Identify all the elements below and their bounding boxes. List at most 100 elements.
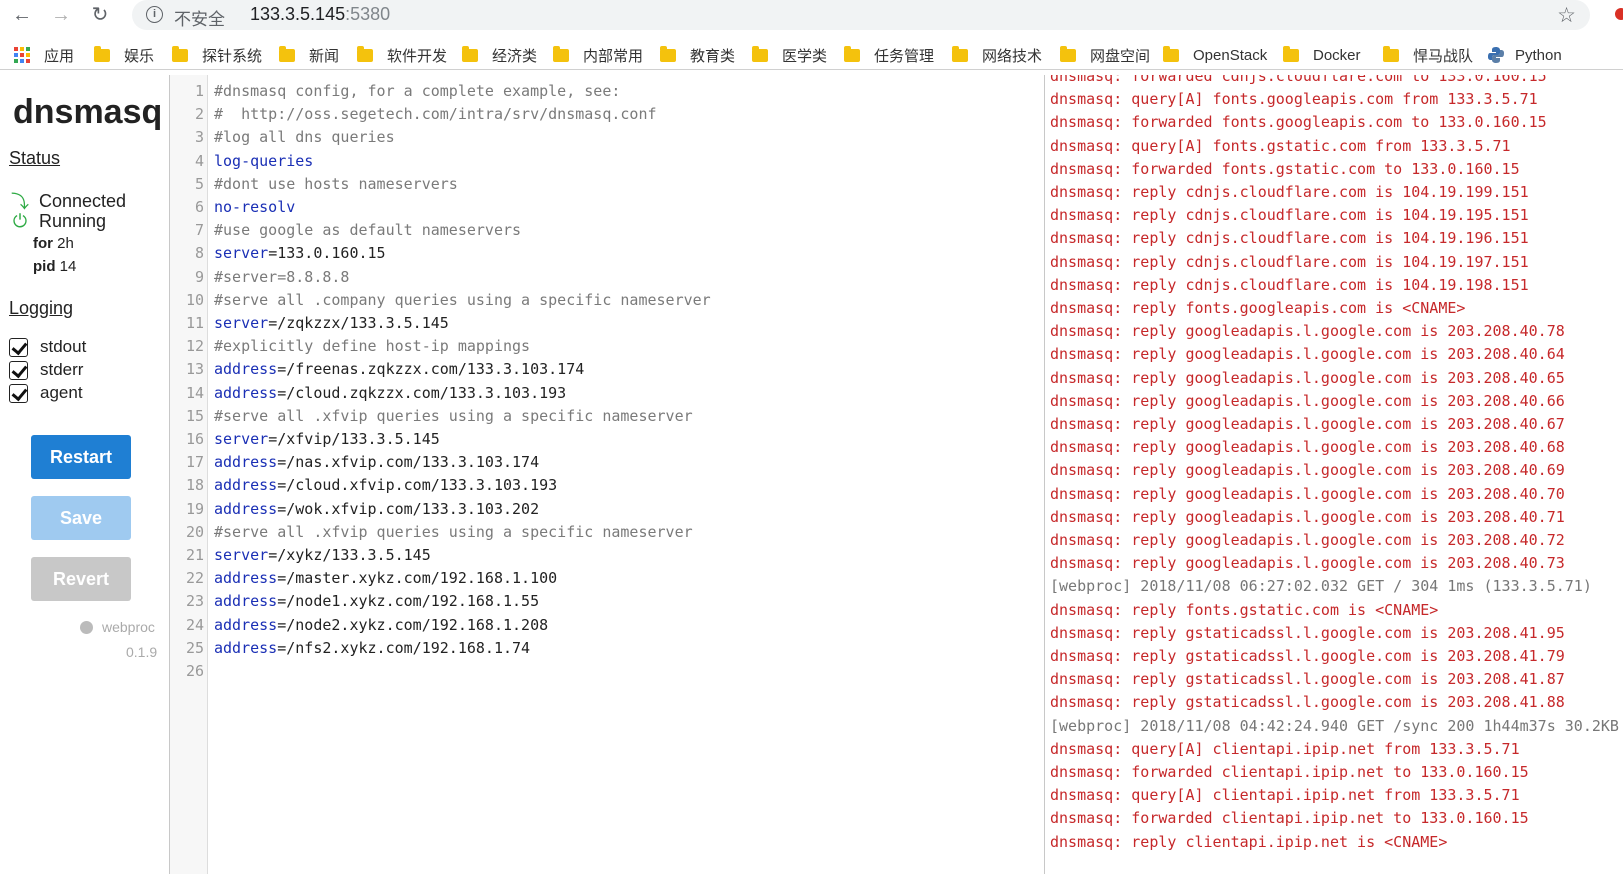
bookmark-item[interactable]: 经济类 xyxy=(462,44,537,66)
address-bar[interactable]: i 不安全 133.3.5.145:5380 ☆ xyxy=(132,0,1590,30)
config-key: address xyxy=(214,569,278,588)
bookmark-label: 任务管理 xyxy=(874,47,935,65)
agent-label: agent xyxy=(40,383,83,402)
logging-stdout[interactable]: stdout xyxy=(9,337,86,357)
code-text: address=/cloud.xfvip.com/133.3.103.193 xyxy=(214,473,557,497)
config-key: address xyxy=(214,453,278,472)
config-comment: #serve all .xfvip queries using a specif… xyxy=(214,522,693,541)
config-comment: #log all dns queries xyxy=(214,128,395,147)
stderr-label: stderr xyxy=(40,360,84,379)
bookmark-item[interactable]: 娱乐 xyxy=(94,44,154,66)
status-heading: Status xyxy=(9,148,61,168)
config-key: server xyxy=(214,546,269,564)
bookmark-item[interactable]: 悍马战队 xyxy=(1383,44,1473,66)
config-comment: #serve all .company queries using a spec… xyxy=(214,290,711,309)
code-text: server=/zqkzzx/133.3.5.145 xyxy=(214,311,449,335)
log-line: [webproc] 2018/11/08 04:42:24.940 GET /s… xyxy=(1050,716,1623,735)
bookmark-item[interactable]: 教育类 xyxy=(660,44,735,66)
config-key: address xyxy=(214,476,278,495)
log-line: dnsmasq: reply gstaticadssl.l.google.com… xyxy=(1050,693,1565,712)
folder-icon xyxy=(660,45,676,62)
logging-agent[interactable]: agent xyxy=(9,383,83,403)
bookmark-item[interactable]: OpenStack xyxy=(1163,44,1267,66)
restart-button[interactable]: Restart xyxy=(31,435,131,479)
stderr-checkbox[interactable] xyxy=(9,360,28,380)
config-value: =/xykz/133.3.5.145 xyxy=(268,546,431,564)
logging-stderr[interactable]: stderr xyxy=(9,360,83,380)
folder-icon xyxy=(357,45,373,62)
info-icon[interactable]: i xyxy=(146,6,163,23)
bookmark-item[interactable]: Python xyxy=(1487,44,1562,66)
pid: pid 14 xyxy=(33,258,76,275)
config-key: no-resolv xyxy=(214,198,296,216)
line-number: 22 xyxy=(185,569,204,588)
config-key: server xyxy=(214,314,269,332)
bookmark-item[interactable]: 网络技术 xyxy=(952,44,1042,66)
bookmark-label: 探针系统 xyxy=(202,47,263,65)
bookmark-item[interactable]: 医学类 xyxy=(752,44,827,66)
url-text: 133.3.5.145:5380 xyxy=(250,4,390,25)
stdout-checkbox[interactable] xyxy=(9,337,28,357)
revert-button[interactable]: Revert xyxy=(31,557,131,601)
extension-icon[interactable] xyxy=(1615,8,1623,20)
config-comment: #explicitly define host-ip mappings xyxy=(214,337,531,356)
webproc-link[interactable]: webproc xyxy=(80,619,155,635)
python-icon xyxy=(1488,47,1504,63)
reload-icon[interactable]: ↻ xyxy=(88,3,112,27)
logging-heading: Logging xyxy=(9,298,74,318)
config-comment: #dont use hosts nameservers xyxy=(214,174,458,193)
line-number: 6 xyxy=(194,198,204,216)
log-line: dnsmasq: query[A] clientapi.ipip.net fro… xyxy=(1050,739,1520,758)
bookmark-item[interactable]: 任务管理 xyxy=(844,44,934,66)
bookmark-item[interactable]: 探针系统 xyxy=(172,44,262,66)
bookmark-label: 悍马战队 xyxy=(1413,47,1474,65)
log-line: dnsmasq: reply googleadapis.l.google.com… xyxy=(1050,368,1565,387)
code-text: #dont use hosts nameservers xyxy=(214,172,458,196)
pid-value: 14 xyxy=(59,258,77,275)
line-number: 11 xyxy=(185,314,204,332)
log-line: dnsmasq: reply googleadapis.l.google.com… xyxy=(1050,507,1565,526)
config-editor[interactable]: 1 #dnsmasq config, for a complete example… xyxy=(170,75,1044,874)
log-line: dnsmasq: reply googleadapis.l.google.com… xyxy=(1050,461,1565,480)
bookmark-item[interactable]: 内部常用 xyxy=(553,44,643,66)
bookmark-star-icon[interactable]: ☆ xyxy=(1557,3,1576,28)
back-arrow-icon[interactable]: ← xyxy=(10,3,34,27)
log-line: dnsmasq: forwarded cdnjs.cloudflare.com … xyxy=(1050,75,1547,85)
log-line: dnsmasq: reply fonts.googleapis.com is <… xyxy=(1050,299,1466,317)
uptime: for 2h xyxy=(33,235,74,252)
bookmark-item[interactable]: 软件开发 xyxy=(357,44,447,66)
log-line: dnsmasq: reply googleadapis.l.google.com… xyxy=(1050,554,1565,573)
bookmark-item[interactable]: Docker xyxy=(1283,44,1361,66)
line-number: 2 xyxy=(194,105,204,124)
save-button[interactable]: Save xyxy=(31,496,131,540)
config-comment: #use google as default nameservers xyxy=(214,221,522,240)
code-text: address=/nfs2.xykz.com/192.168.1.74 xyxy=(214,636,530,660)
line-number: 25 xyxy=(185,638,204,657)
bookmark-item[interactable]: 网盘空间 xyxy=(1060,44,1150,66)
log-pane[interactable]: dnsmasq: forwarded cdnjs.cloudflare.com … xyxy=(1044,75,1623,874)
log-line: dnsmasq: query[A] clientapi.ipip.net fro… xyxy=(1050,786,1520,805)
bookmark-item[interactable]: 应用 xyxy=(14,44,74,66)
log-line: dnsmasq: reply cdnjs.cloudflare.com is 1… xyxy=(1050,206,1529,225)
code-text: address=/wok.xfvip.com/133.3.103.202 xyxy=(214,497,539,521)
log-line: dnsmasq: reply cdnjs.cloudflare.com is 1… xyxy=(1050,252,1529,271)
log-line: dnsmasq: reply googleadapis.l.google.com… xyxy=(1050,322,1565,341)
log-line: dnsmasq: forwarded fonts.gstatic.com to … xyxy=(1050,159,1520,178)
code-text: address=/cloud.zqkzzx.com/133.3.103.193 xyxy=(214,381,566,405)
line-number: 1 xyxy=(194,82,204,100)
line-number: 17 xyxy=(185,453,204,472)
agent-checkbox[interactable] xyxy=(9,383,28,403)
bookmark-item[interactable]: 新闻 xyxy=(279,44,339,66)
config-value: =/node1.xykz.com/192.168.1.55 xyxy=(277,592,540,611)
folder-icon xyxy=(952,45,968,62)
config-value: =/nfs2.xykz.com/192.168.1.74 xyxy=(277,638,531,657)
bookmark-label: 网盘空间 xyxy=(1090,47,1151,65)
log-line: dnsmasq: query[A] fonts.googleapis.com f… xyxy=(1050,90,1538,109)
config-key: log-queries xyxy=(214,151,314,170)
status-connected-label: Connected xyxy=(39,190,127,211)
line-number: 15 xyxy=(185,406,204,425)
forward-arrow-icon[interactable]: → xyxy=(49,3,73,27)
folder-icon xyxy=(279,45,295,62)
line-number: 4 xyxy=(194,151,204,170)
folder-icon xyxy=(172,45,188,62)
